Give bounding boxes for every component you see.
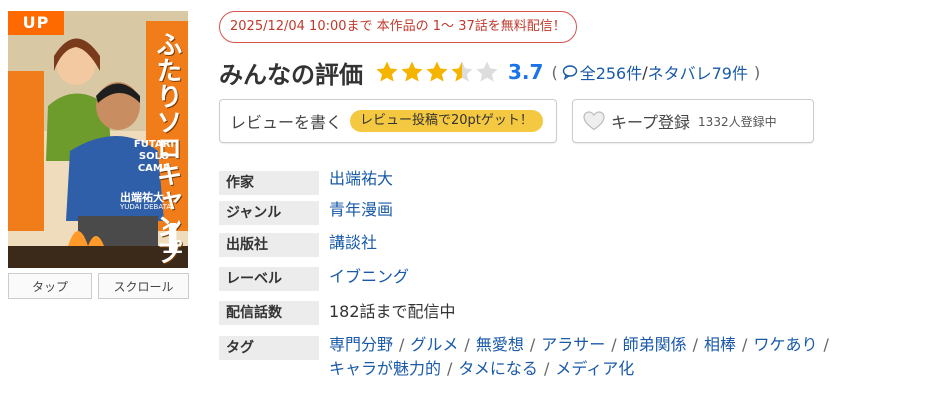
cover-logo-en: FUTARI SOLO CAMP — [133, 139, 175, 174]
tag-link[interactable]: 師弟関係 — [623, 335, 687, 354]
tag-link[interactable]: アラサー — [541, 335, 605, 354]
spoiler-reviews-link[interactable]: ネタバレ79件 — [648, 60, 748, 84]
cover-author-romaji: YUDAI DEBATA — [120, 203, 172, 211]
tag-link[interactable]: 相棒 — [704, 335, 736, 354]
publisher-link[interactable]: 講談社 — [329, 231, 377, 255]
tag-separator: / — [447, 359, 453, 378]
episodes-label: 配信話数 — [219, 301, 319, 325]
empty-star-icon — [476, 61, 498, 82]
review-bonus-badge: レビュー投稿で20ptゲット！ — [350, 110, 543, 132]
genre-link[interactable]: 青年漫画 — [329, 198, 393, 222]
up-badge: UP — [8, 11, 64, 35]
tag-separator: / — [464, 335, 470, 354]
tag-link[interactable]: グルメ — [410, 335, 458, 354]
tap-mode-button[interactable]: タップ — [8, 273, 92, 299]
rating-title: みんなの評価 — [219, 60, 363, 89]
tag-link[interactable]: ワケあり — [753, 335, 817, 354]
cover-image[interactable]: UP ふたりソロキャンプ FUTARI SOLO CAMP 1 出端祐大 YUD… — [8, 11, 188, 268]
star-rating — [375, 60, 500, 84]
label-label: レーベル — [219, 267, 319, 291]
scroll-mode-button[interactable]: スクロール — [98, 273, 189, 299]
tag-separator: / — [529, 335, 536, 354]
review-counts: ( 全256件 / ネタバレ79件 ) — [551, 60, 760, 84]
half-star-icon — [451, 61, 473, 82]
tag-separator: / — [823, 335, 829, 354]
tag-link[interactable]: 無愛想 — [476, 335, 524, 354]
write-review-label: レビューを書く — [230, 113, 343, 132]
cover-volume: 1 — [158, 216, 186, 263]
rating-row: みんなの評価 3.7 ( 全256件 / ネタバレ79件 ) — [219, 55, 760, 89]
tag-separator: / — [399, 335, 405, 354]
label-link[interactable]: イブニング — [329, 265, 409, 289]
all-reviews-link[interactable]: 全256件 — [580, 60, 643, 84]
heart-icon — [583, 111, 605, 131]
tag-link[interactable]: 専門分野 — [329, 335, 393, 354]
tag-list: 専門分野 / グルメ / 無愛想 / アラサー / 師弟関係 / 相棒 / ワケあり / キャラが魅力的 / タ… — [329, 333, 929, 381]
tag-separator: / — [742, 335, 748, 354]
author-link[interactable]: 出端祐大 — [329, 167, 393, 191]
paren-close: ) — [754, 62, 761, 82]
tag-link[interactable]: メディア化 — [555, 359, 634, 378]
paren-open: ( — [551, 62, 558, 82]
tag-separator: / — [692, 335, 699, 354]
speech-bubble-icon — [562, 65, 577, 80]
keep-count: 1332人登録中 — [698, 114, 777, 129]
keep-label: キープ登録 — [611, 113, 691, 132]
star-icon — [376, 61, 398, 82]
keep-button[interactable]: キープ登録 1332人登録中 — [572, 99, 814, 143]
genre-label: ジャンル — [219, 201, 319, 225]
tag-separator: / — [543, 359, 550, 378]
star-icon — [426, 61, 448, 82]
publisher-label: 出版社 — [219, 233, 319, 257]
episodes-value: 182話まで配信中 — [329, 302, 456, 321]
star-icon — [401, 61, 423, 82]
author-label: 作家 — [219, 171, 319, 195]
free-campaign-badge[interactable]: 2025/12/04 10:00まで 本作品の 1〜 37話を無料配信！ — [219, 11, 577, 43]
rating-score: 3.7 — [508, 60, 544, 84]
tag-link[interactable]: キャラが魅力的 — [329, 359, 441, 378]
write-review-button[interactable]: レビューを書く レビュー投稿で20ptゲット！ — [219, 99, 557, 143]
tag-link[interactable]: タメになる — [458, 359, 538, 378]
tag-separator: / — [611, 335, 617, 354]
tags-label: タグ — [219, 336, 319, 360]
